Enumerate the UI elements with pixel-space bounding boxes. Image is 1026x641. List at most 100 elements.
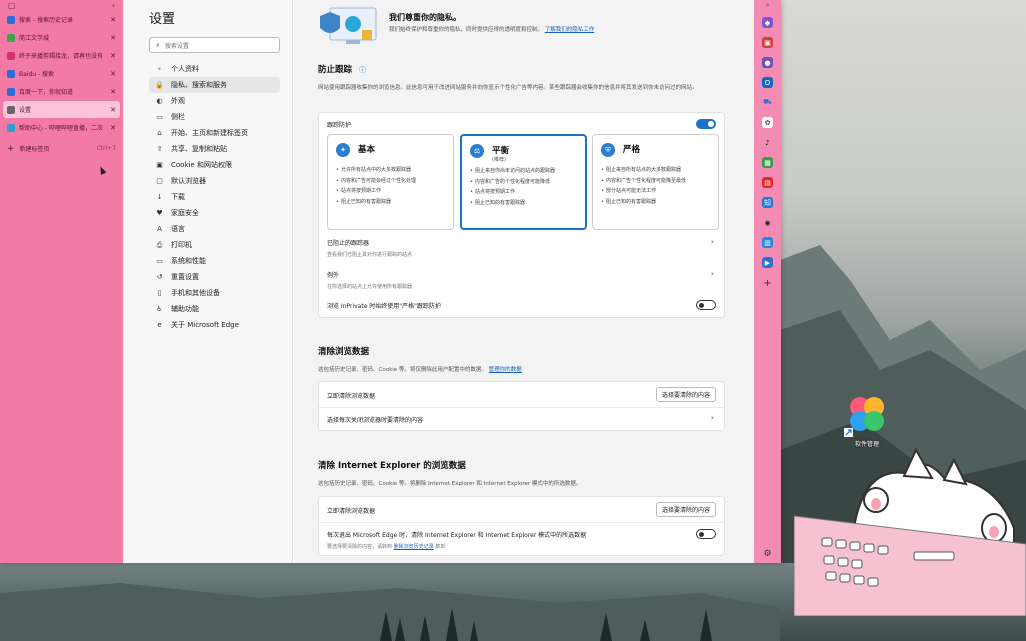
language-icon: A — [157, 225, 162, 233]
browser-tab[interactable]: 搜索 - 搜索历史记录 ✕ — [3, 11, 120, 28]
settings-nav-item[interactable]: ▣ Cookie 和网站权限 — [149, 157, 280, 173]
close-icon[interactable]: ✕ — [110, 52, 116, 60]
feature-item: 站点将按预期工作 — [336, 188, 447, 196]
play-icon[interactable]: ▶ — [762, 257, 773, 268]
system-icon: ▭ — [156, 257, 163, 265]
book-tab-icon — [7, 33, 15, 42]
option-features: 允许所有站点中的大多数跟踪器 内容和广告可能会经过个性化处理 站点将按预期工作 … — [336, 167, 447, 209]
gear-icon[interactable]: ⚙ — [762, 548, 773, 559]
ie-choose-what-to-clear-button[interactable]: 选择要清除的内容 — [655, 502, 716, 517]
settings-nav-item[interactable]: ▭ 系统和性能 — [149, 253, 280, 269]
delete-history-link[interactable]: 删除浏览历史记录 — [394, 544, 434, 550]
browser-tab[interactable]: 终于来播剪辑接龙，请再也没有 ✕ — [3, 47, 120, 64]
people-icon[interactable]: ● — [762, 57, 773, 68]
settings-nav-item[interactable]: ▯ 手机和其他设备 — [149, 285, 280, 301]
software-manager-desktop-icon[interactable]: 软件管理 — [842, 392, 892, 448]
ie-section-title: 清除 Internet Explorer 的浏览数据 — [318, 461, 466, 471]
close-icon[interactable]: ✕ — [110, 106, 116, 114]
browser-tab[interactable]: 设置 ✕ — [3, 101, 120, 118]
close-icon[interactable]: ✕ — [110, 124, 116, 132]
option-title: 基本 — [358, 145, 376, 155]
settings-nav-item[interactable]: ⍤ 个人资料 — [149, 61, 280, 77]
shopping-bag-icon[interactable]: ▣ — [762, 37, 773, 48]
mouse-cursor — [97, 165, 107, 175]
settings-nav-item[interactable]: ♥ 家庭安全 — [149, 205, 280, 221]
privacy-learn-more-link[interactable]: 了解我们的隐私工作 — [545, 27, 595, 33]
tracking-option-balanced[interactable]: ⚖ 平衡 (推荐) 阻止来自你尚未访问的站点的跟踪器 内容和广告的个性化程度可能… — [460, 134, 587, 230]
settings-nav-item[interactable]: ⌂ 开始、主页和新建标签页 — [149, 125, 280, 141]
tracking-option-strict[interactable]: ⛨ 严格 阻止来自所有站点的大多数跟踪器 内容和广告个性化程度可能降至最低 部分… — [592, 134, 719, 230]
browser-tab[interactable]: 帮助中心 - 哔哩哔哩直播，二次 ✕ — [3, 119, 120, 136]
browser-tab[interactable]: 百度一下，你就知道 ✕ — [3, 83, 120, 100]
tab-actions-icon[interactable]: ▢ — [8, 1, 16, 10]
privacy-header: 我们尊重你的隐私。 我们始终保护和尊重你的隐私，同时提供应得的透明度和控制。 了… — [318, 6, 738, 56]
nav-item-label: 关于 Microsoft Edge — [171, 321, 239, 329]
cart-icon[interactable]: ⛟ — [762, 97, 773, 108]
close-icon[interactable]: ✕ — [110, 34, 116, 42]
option-title: 严格 — [623, 145, 641, 155]
search-icon[interactable]: ⌕ — [762, 0, 773, 11]
game-icon[interactable]: ✿ — [762, 117, 773, 128]
settings-nav-item[interactable]: ▭ 侧栏 — [149, 109, 280, 125]
tracking-prevention-toggle[interactable] — [696, 119, 716, 129]
green-app-icon[interactable]: ▦ — [762, 157, 773, 168]
nav-item-label: 系统和性能 — [171, 257, 206, 265]
settings-search-input[interactable]: ⌕ 搜索设置 — [149, 37, 280, 53]
settings-nav-item[interactable]: 🔒 隐私、搜索和服务 — [149, 77, 280, 93]
browser-tab[interactable]: 简江文学城 ✕ — [3, 29, 120, 46]
edge-browser-window: ▢ ‹ 搜索 - 搜索历史记录 ✕ 简江文学城 ✕ 终于来播剪辑接龙，请再也没有 ✕ Bai… — [0, 0, 781, 563]
edge-icon: e — [157, 321, 162, 329]
nav-item-label: Cookie 和网站权限 — [171, 161, 232, 169]
lock-icon: 🔒 — [155, 81, 164, 89]
settings-nav-item[interactable]: ▢ 默认浏览器 — [149, 173, 280, 189]
tab-title: 简江文学城 — [19, 35, 50, 42]
settings-nav-item[interactable]: e 关于 Microsoft Edge — [149, 317, 280, 333]
settings-nav-item[interactable]: ♿ 辅助功能 — [149, 301, 280, 317]
settings-nav-item[interactable]: ⇪ 共享、复制和粘贴 — [149, 141, 280, 157]
new-tab-button[interactable]: + 新建标签页 Ctrl+T — [3, 140, 120, 157]
settings-nav-item[interactable]: ↓ 下载 — [149, 189, 280, 205]
chevron-right-icon: › — [710, 237, 714, 246]
red-app-icon[interactable]: ▤ — [762, 177, 773, 188]
collapse-tabs-icon[interactable]: ‹ — [112, 1, 115, 10]
weibo-icon[interactable]: ◉ — [762, 217, 773, 228]
settings-nav-item[interactable]: ◐ 外观 — [149, 93, 280, 109]
ie-exit-clear-toggle[interactable] — [696, 529, 716, 539]
desktop-icon-label: 软件管理 — [854, 441, 879, 448]
settings-nav-item[interactable]: A 语言 — [149, 221, 280, 237]
vertical-tab-bar: ▢ ‹ 搜索 - 搜索历史记录 ✕ 简江文学城 ✕ 终于来播剪辑接龙，请再也没有 ✕ Bai… — [0, 0, 123, 563]
clear-now-label: 立即清除浏览数据 — [327, 393, 376, 400]
settings-nav-item[interactable]: ⎙ 打印机 — [149, 237, 280, 253]
reader-icon[interactable]: ▥ — [762, 237, 773, 248]
home-icon: ⌂ — [157, 129, 162, 137]
close-icon[interactable]: ✕ — [110, 16, 116, 24]
printer-icon: ⎙ — [156, 240, 163, 249]
new-tab-shortcut: Ctrl+T — [96, 145, 116, 152]
nav-item-label: 语言 — [171, 225, 185, 233]
family-icon: ♥ — [156, 209, 163, 217]
close-icon[interactable]: ✕ — [110, 88, 116, 96]
zhihu-icon[interactable]: 知 — [762, 197, 773, 208]
info-icon[interactable]: ⓘ — [359, 66, 366, 74]
close-icon[interactable]: ✕ — [110, 70, 116, 78]
option-subtitle: (推荐) — [492, 157, 506, 163]
tracking-option-basic[interactable]: ✦ 基本 允许所有站点中的大多数跟踪器 内容和广告可能会经过个性化处理 站点将按… — [327, 134, 454, 230]
feature-item: 内容和广告的个性化程度可能降低 — [470, 179, 579, 187]
manage-data-link[interactable]: 管理你的数据 — [489, 367, 522, 373]
ie-exit-clear-label: 每次退出 Microsoft Edge 时，清除 Internet Explor… — [327, 532, 587, 539]
ie-card: 立即清除浏览数据 选择要清除的内容 每次退出 Microsoft Edge 时，… — [318, 496, 725, 556]
browser-tab[interactable]: Baidu - 搜索 ✕ — [3, 65, 120, 82]
option-title: 平衡 — [492, 146, 510, 156]
outlook-icon[interactable]: O — [762, 77, 773, 88]
divider — [319, 407, 724, 408]
collections-icon[interactable]: ◆ — [762, 17, 773, 28]
clover-app-icon — [844, 397, 884, 437]
tiktok-icon[interactable]: ♪ — [762, 137, 773, 148]
feature-item: 允许所有站点中的大多数跟踪器 — [336, 167, 447, 175]
inprivate-strict-toggle[interactable] — [696, 300, 716, 310]
nav-item-label: 家庭安全 — [171, 209, 199, 217]
cat-keyboard-sticker — [794, 448, 1026, 616]
settings-nav-item[interactable]: ↺ 重置设置 — [149, 269, 280, 285]
choose-what-to-clear-button[interactable]: 选择要清除的内容 — [655, 387, 716, 402]
add-icon[interactable]: + — [762, 278, 773, 289]
